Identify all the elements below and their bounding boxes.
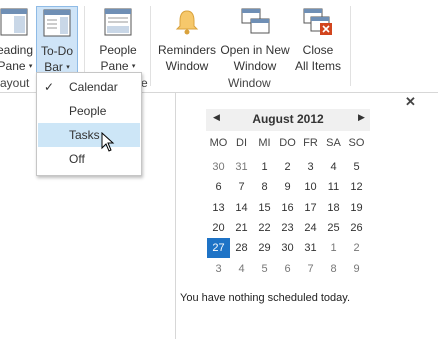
calendar-day[interactable]: 4 — [230, 259, 253, 279]
calendar-day[interactable]: 29 — [253, 238, 276, 258]
calendar-day[interactable]: 11 — [322, 177, 345, 197]
reminders-label-1: Reminders — [157, 43, 217, 57]
mouse-cursor-icon — [101, 132, 115, 152]
calendar-day[interactable]: 1 — [322, 238, 345, 258]
chevron-down-icon: ▾ — [66, 63, 70, 71]
weekday-label: DI — [236, 137, 247, 149]
weekday-label: SO — [348, 137, 365, 149]
calendar-day[interactable]: 2 — [276, 157, 299, 177]
weekday-header: MO DI MI DO FR SA SO — [206, 137, 370, 151]
calendar-day[interactable]: 20 — [207, 218, 230, 238]
open-in-new-window-button[interactable]: Open in New Window — [219, 6, 291, 74]
group-separator — [350, 6, 351, 86]
calendar-day[interactable]: 4 — [322, 157, 345, 177]
menu-item-label: Calendar — [69, 80, 118, 94]
calendar-day[interactable]: 1 — [253, 157, 276, 177]
people-pane-label-2: Pane — [100, 59, 129, 73]
calendar-day[interactable]: 31 — [230, 157, 253, 177]
calendar-day[interactable]: 27 — [207, 238, 230, 258]
weekday-label: DO — [279, 137, 296, 149]
calendar-day[interactable]: 22 — [253, 218, 276, 238]
chevron-down-icon: ▾ — [28, 62, 33, 70]
calendar-day[interactable]: 30 — [276, 238, 299, 258]
calendar-day[interactable]: 6 — [207, 177, 230, 197]
calendar-day[interactable]: 28 — [230, 238, 253, 258]
bell-icon — [175, 10, 199, 35]
calendar-day[interactable]: 3 — [207, 259, 230, 279]
calendar-day[interactable]: 14 — [230, 198, 253, 218]
calendar-day[interactable]: 8 — [322, 259, 345, 279]
calendar-day[interactable]: 26 — [345, 218, 368, 238]
reading-pane-label-2: Pane — [0, 59, 26, 73]
people-pane-button[interactable]: People Pane ▾ — [96, 6, 140, 74]
group-label-people: e — [141, 76, 148, 90]
new-window-icon — [241, 8, 270, 34]
menu-item-label: People — [69, 104, 107, 118]
next-month-icon[interactable]: ▶ — [358, 112, 365, 123]
calendar-day[interactable]: 10 — [299, 177, 322, 197]
people-pane-icon — [104, 8, 132, 36]
calendar-day[interactable]: 8 — [253, 177, 276, 197]
calendar-day[interactable]: 5 — [253, 259, 276, 279]
calendar-day[interactable]: 9 — [276, 177, 299, 197]
calendar-day[interactable]: 23 — [276, 218, 299, 238]
todo-bar-dropdown: ✓ Calendar People Tasks Off — [36, 72, 142, 176]
close-all-label-2: All Items — [294, 59, 341, 73]
weekday-label: FR — [303, 137, 318, 149]
menu-item-calendar[interactable]: ✓ Calendar — [38, 75, 140, 99]
menu-item-tasks[interactable]: Tasks — [38, 123, 140, 147]
menu-item-label: Tasks — [69, 128, 100, 142]
reading-pane-label-1: eading — [0, 43, 34, 57]
calendar-day[interactable]: 30 — [207, 157, 230, 177]
empty-schedule-text: You have nothing scheduled today. — [180, 292, 351, 304]
menu-item-off[interactable]: Off — [38, 147, 140, 171]
todo-bar-button[interactable]: To-Do Bar ▾ — [36, 6, 78, 74]
calendar-day[interactable]: 6 — [276, 259, 299, 279]
calendar-day[interactable]: 5 — [345, 157, 368, 177]
close-all-items-button[interactable]: Close All Items — [291, 6, 345, 74]
close-windows-icon — [303, 8, 332, 35]
calendar-day[interactable]: 3 — [299, 157, 322, 177]
close-all-label-1: Close — [302, 43, 334, 57]
reading-pane-button[interactable]: eading Pane ▾ — [0, 6, 34, 74]
weekday-label: MI — [258, 137, 271, 149]
group-separator — [150, 6, 151, 86]
people-pane-label-1: People — [99, 43, 137, 57]
weekday-label: MO — [209, 137, 228, 149]
calendar-day[interactable]: 24 — [299, 218, 322, 238]
calendar-day[interactable]: 16 — [276, 198, 299, 218]
reading-pane-icon — [0, 8, 28, 36]
month-title: August 2012 — [252, 112, 324, 126]
calendar-day[interactable]: 18 — [322, 198, 345, 218]
calendar-day[interactable]: 2 — [345, 238, 368, 258]
group-label-window: Window — [228, 76, 271, 90]
todo-bar-icon — [43, 9, 71, 37]
reminders-window-button[interactable]: Reminders Window — [156, 6, 218, 74]
check-icon: ✓ — [44, 80, 55, 94]
weekday-label: SA — [326, 137, 341, 149]
group-label-layout: ayout — [0, 76, 30, 90]
calendar-day[interactable]: 13 — [207, 198, 230, 218]
todo-bar-label-1: To-Do — [40, 44, 73, 58]
calendar-day[interactable]: 7 — [230, 177, 253, 197]
pane-border — [175, 92, 176, 339]
calendar-day[interactable]: 9 — [345, 259, 368, 279]
calendar-day[interactable]: 21 — [230, 218, 253, 238]
menu-item-label: Off — [69, 152, 85, 166]
calendar-day[interactable]: 12 — [345, 177, 368, 197]
close-icon[interactable]: ✕ — [405, 94, 416, 110]
calendar-day[interactable]: 15 — [253, 198, 276, 218]
menu-item-people[interactable]: People — [38, 99, 140, 123]
calendar-day[interactable]: 19 — [345, 198, 368, 218]
calendar-day[interactable]: 7 — [299, 259, 322, 279]
calendar-header: ◀ August 2012 ▶ — [206, 109, 370, 131]
calendar-day[interactable]: 31 — [299, 238, 322, 258]
calendar-day[interactable]: 25 — [322, 218, 345, 238]
chevron-down-icon: ▾ — [131, 62, 136, 70]
open-new-window-label-1: Open in New — [220, 43, 290, 57]
open-new-window-label-2: Window — [233, 59, 277, 73]
reminders-label-2: Window — [165, 59, 209, 73]
calendar-day[interactable]: 17 — [299, 198, 322, 218]
